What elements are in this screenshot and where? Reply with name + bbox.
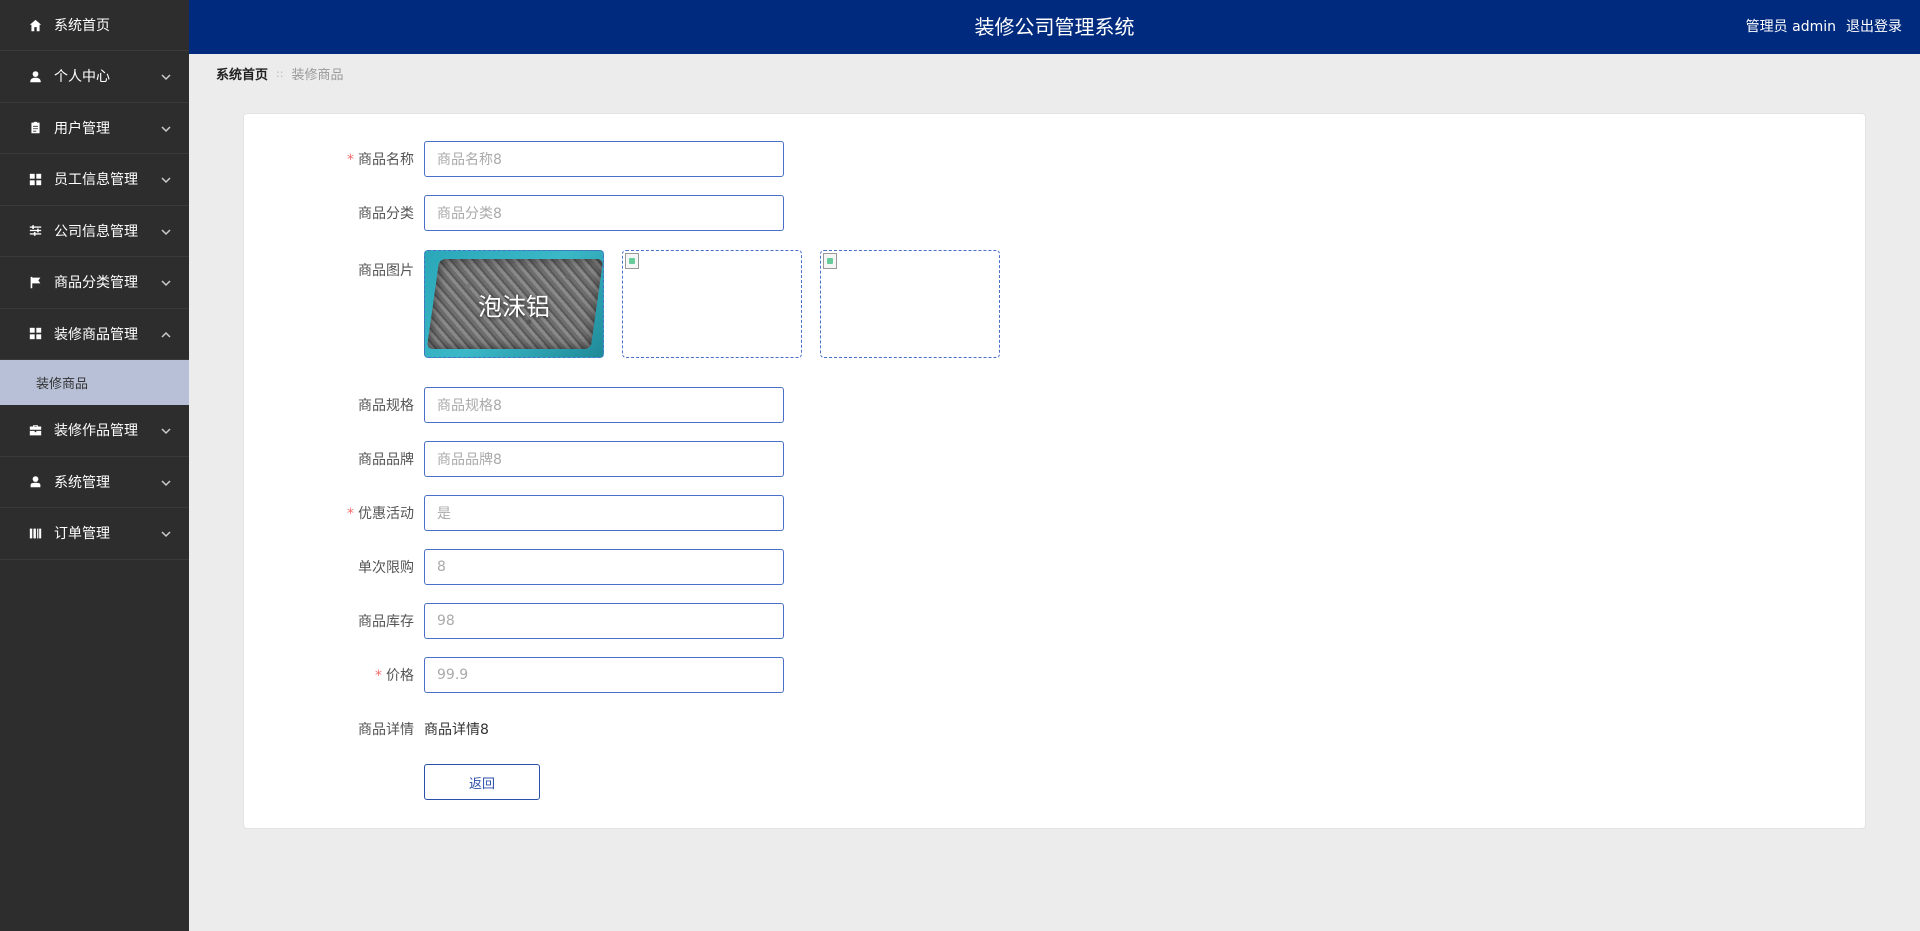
home-icon [28,18,42,32]
sidebar-item-label: 装修作品管理 [54,423,138,440]
field-label: 商品分类 [358,206,414,222]
form-row-price: * 价格 99.9 [244,657,784,693]
field-label: 商品详情 [358,722,414,738]
price-input[interactable]: 99.9 [424,657,784,693]
field-label: * 优惠活动 [347,506,414,522]
chevron-down-icon [161,276,171,287]
required-mark: * [347,506,354,522]
bars-icon [28,526,42,540]
field-label: 商品库存 [358,614,414,630]
form-row-spec: 商品规格 商品规格8 [244,387,784,423]
chevron-down-icon [161,527,171,538]
chevron-down-icon [161,225,171,235]
flag-icon [28,275,42,289]
field-label: 商品品牌 [358,452,414,468]
broken-image-icon [823,253,837,269]
sidebar-subitem-products[interactable]: 装修商品 [0,360,189,405]
clipboard-icon [28,121,42,135]
form-row-name: * 商品名称 商品名称8 [244,141,784,177]
sidebar-subitem-label: 装修商品 [36,377,89,392]
sidebar-item-order-management[interactable]: 订单管理 [0,508,189,560]
form-row-category: 商品分类 商品分类8 [244,195,784,231]
field-label: * 商品名称 [347,152,414,168]
sidebar-item-home[interactable]: 系统首页 [0,0,189,51]
field-label: 单次限购 [358,560,414,576]
sidebar-item-label: 系统首页 [54,18,110,34]
field-label: 商品规格 [358,398,414,414]
sidebar-item-label: 订单管理 [54,526,110,543]
sidebar-item-label: 装修商品管理 [54,326,138,343]
sidebar-item-label: 用户管理 [54,120,110,137]
sidebar-item-company-management[interactable]: 公司信息管理 [0,206,189,257]
chevron-down-icon [161,476,171,486]
form-row-actions: 返回 [244,764,540,800]
required-mark: * [375,668,382,684]
top-header: 装修公司管理系统 管理员 admin 退出登录 [189,0,1920,54]
breadcrumb-separator: :: [276,67,284,80]
product-detail-card: * 商品名称 商品名称8 商品分类 商品分类8 商品图片 泡沫铝 商品规格 商品规… [243,113,1866,829]
grid-icon [28,327,42,341]
sidebar-item-label: 员工信息管理 [54,172,138,189]
product-image-3[interactable] [820,250,1000,358]
sidebar-item-category-management[interactable]: 商品分类管理 [0,257,189,309]
sidebar-item-system-management[interactable]: 系统管理 [0,457,189,508]
sliders-icon [28,224,42,238]
product-category-input[interactable]: 商品分类8 [424,195,784,231]
product-image-1[interactable]: 泡沫铝 [424,250,604,358]
sidebar-item-personal-center[interactable]: 个人中心 [0,51,189,103]
breadcrumb-home[interactable]: 系统首页 [216,64,268,83]
form-row-detail: 商品详情 商品详情8 [244,719,489,739]
back-button[interactable]: 返回 [424,764,540,800]
product-detail-text: 商品详情8 [424,722,489,738]
broken-image-icon [625,253,639,269]
required-mark: * [347,152,354,168]
chevron-down-icon [161,424,171,435]
product-brand-input[interactable]: 商品品牌8 [424,441,784,477]
field-label: * 价格 [375,668,414,684]
form-row-image: 商品图片 泡沫铝 [244,250,1018,358]
form-row-stock: 商品库存 98 [244,603,784,639]
field-label: 商品图片 [358,263,414,279]
sidebar-item-employee-management[interactable]: 员工信息管理 [0,154,189,206]
product-image-2[interactable] [622,250,802,358]
stock-input[interactable]: 98 [424,603,784,639]
chevron-down-icon [161,173,171,184]
form-row-promo: * 优惠活动 是 [244,495,784,531]
logout-link[interactable]: 退出登录 [1846,0,1902,54]
app-title: 装修公司管理系统 [974,15,1135,39]
person-icon [28,475,42,489]
sidebar: 系统首页 个人中心 用户管理 员工信息管理 公司信息管理 商品分类管理 装修商品… [0,0,189,931]
breadcrumb-current: 装修商品 [291,68,344,83]
current-user-label: 管理员 admin [1745,19,1836,35]
chevron-down-icon [161,122,171,132]
header-user-area: 管理员 admin 退出登录 [1746,0,1902,54]
sidebar-item-label: 个人中心 [54,69,110,86]
user-icon [28,69,42,83]
form-row-limit: 单次限购 8 [244,549,784,585]
grid-icon [28,172,42,186]
form-row-brand: 商品品牌 商品品牌8 [244,441,784,477]
promotion-input[interactable]: 是 [424,495,784,531]
sidebar-item-works-management[interactable]: 装修作品管理 [0,405,189,457]
sidebar-item-label: 系统管理 [54,474,110,491]
chevron-down-icon [161,70,171,81]
purchase-limit-input[interactable]: 8 [424,549,784,585]
sidebar-item-product-management[interactable]: 装修商品管理 [0,309,189,360]
sidebar-item-label: 公司信息管理 [54,223,138,240]
briefcase-icon [28,423,42,437]
image-caption: 泡沫铝 [478,293,550,321]
product-spec-input[interactable]: 商品规格8 [424,387,784,423]
chevron-up-icon [161,328,171,338]
sidebar-item-user-management[interactable]: 用户管理 [0,103,189,154]
sidebar-item-label: 商品分类管理 [54,275,138,292]
product-name-input[interactable]: 商品名称8 [424,141,784,177]
breadcrumb: 系统首页 :: 装修商品 [216,64,343,83]
